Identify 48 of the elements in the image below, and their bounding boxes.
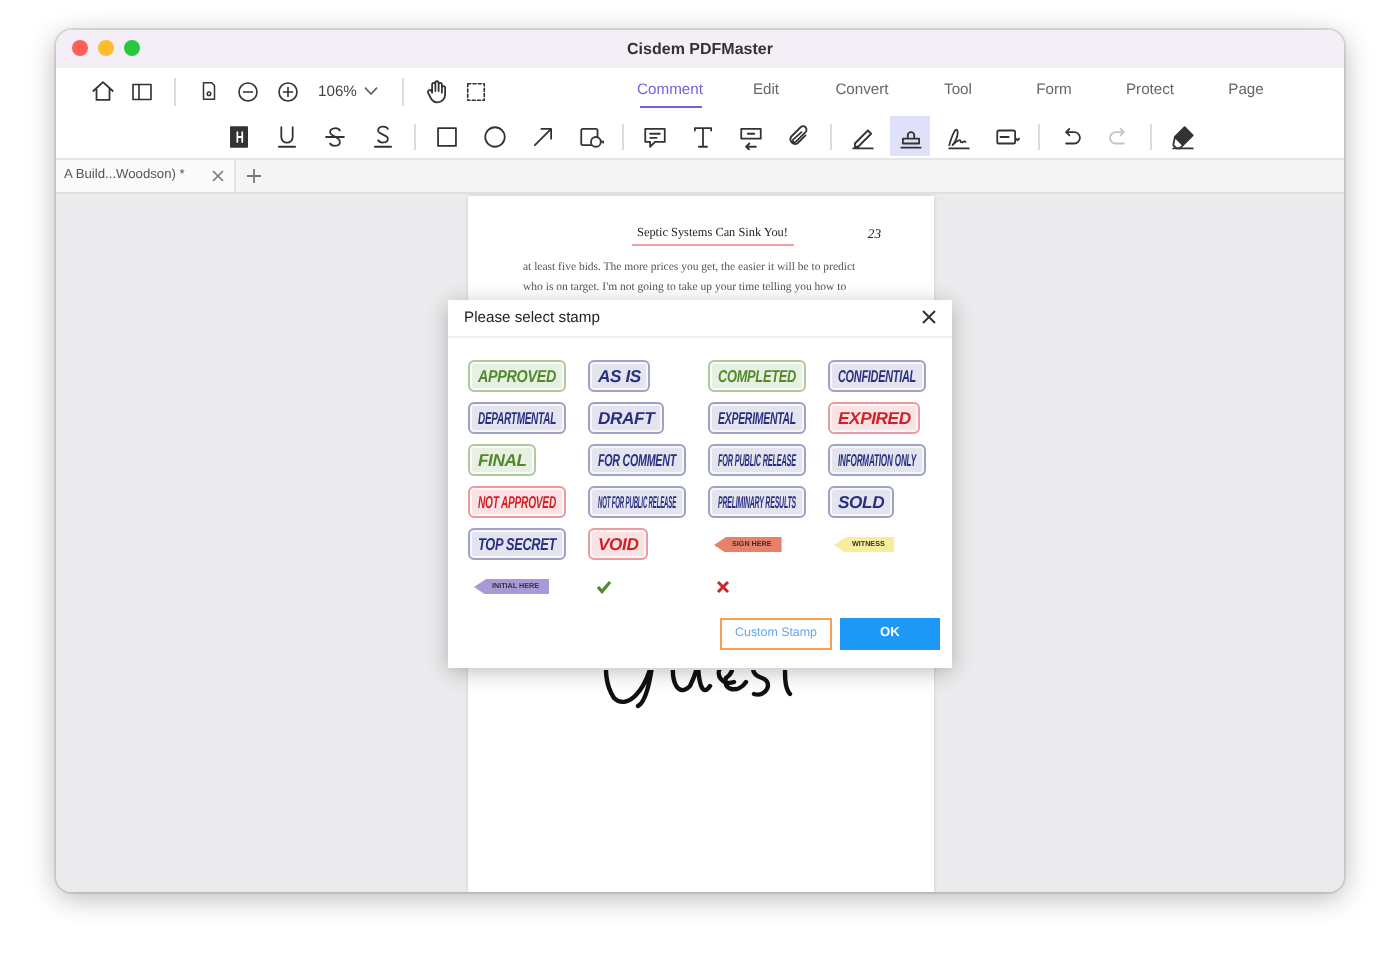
close-window-button[interactable] bbox=[72, 40, 88, 57]
hand-icon bbox=[423, 78, 450, 105]
redo-icon bbox=[1105, 123, 1131, 150]
cross-icon[interactable] bbox=[716, 579, 730, 594]
window-title: Cisdem PDFMaster bbox=[625, 39, 775, 58]
paperclip-icon bbox=[785, 123, 811, 150]
stamp-button[interactable]: DRAFT bbox=[588, 402, 665, 435]
strikethrough-icon bbox=[321, 123, 347, 150]
stamp-button[interactable]: EXPIRED bbox=[828, 402, 921, 435]
zoom-in-icon bbox=[276, 79, 300, 104]
stamp-button[interactable]: VOID bbox=[588, 528, 649, 561]
selection-icon bbox=[464, 79, 489, 104]
close-icon[interactable] bbox=[922, 310, 936, 325]
stamp-button[interactable]: INFORMATION ONLY bbox=[828, 444, 926, 477]
stamp-button[interactable]: DEPARTMENTAL bbox=[468, 402, 566, 435]
rectangle-icon bbox=[433, 123, 459, 150]
caret-icon[interactable] bbox=[364, 86, 379, 97]
stamp-button[interactable]: COMPLETED bbox=[708, 360, 806, 393]
arrow-icon bbox=[529, 123, 555, 150]
stamp-tool-button[interactable] bbox=[890, 116, 930, 157]
stamp-button[interactable]: AS IS bbox=[588, 360, 651, 393]
stamp-button[interactable]: FOR PUBLIC RELEASE bbox=[708, 444, 806, 477]
circle-icon bbox=[481, 123, 507, 150]
check-icon[interactable] bbox=[596, 579, 612, 594]
stamp-button[interactable]: FINAL bbox=[468, 444, 537, 477]
stamp-button[interactable]: APPROVED bbox=[468, 360, 566, 393]
underline-s-icon bbox=[369, 123, 395, 150]
highlight-icon bbox=[225, 123, 251, 150]
stamp-button[interactable]: FOR COMMENT bbox=[588, 444, 686, 477]
eraser-icon bbox=[1169, 123, 1195, 150]
note-icon bbox=[641, 123, 667, 150]
underline-icon bbox=[273, 123, 299, 150]
stamp-button[interactable]: NOT FOR PUBLIC RELEASE bbox=[588, 486, 686, 519]
stamp-button[interactable]: PRELIMINARY RESULTS bbox=[708, 486, 806, 519]
text-icon bbox=[689, 123, 715, 150]
page-icon bbox=[197, 80, 219, 103]
add-tab-icon[interactable] bbox=[246, 167, 262, 184]
shape-icon bbox=[577, 123, 603, 150]
stamp-button[interactable]: EXPERIMENTAL bbox=[708, 402, 806, 435]
stamp-button[interactable]: NOT APPROVED bbox=[468, 486, 566, 519]
signature-icon bbox=[945, 123, 971, 150]
stamp-button[interactable]: CONFIDENTIAL bbox=[828, 360, 926, 393]
textbox-icon bbox=[737, 123, 763, 150]
sidebar-icon bbox=[130, 79, 154, 104]
zoom-out-icon bbox=[236, 79, 260, 104]
stamp-button[interactable]: TOP SECRET bbox=[468, 528, 566, 561]
stamp-button[interactable]: SOLD bbox=[828, 486, 895, 519]
home-icon bbox=[89, 78, 115, 105]
